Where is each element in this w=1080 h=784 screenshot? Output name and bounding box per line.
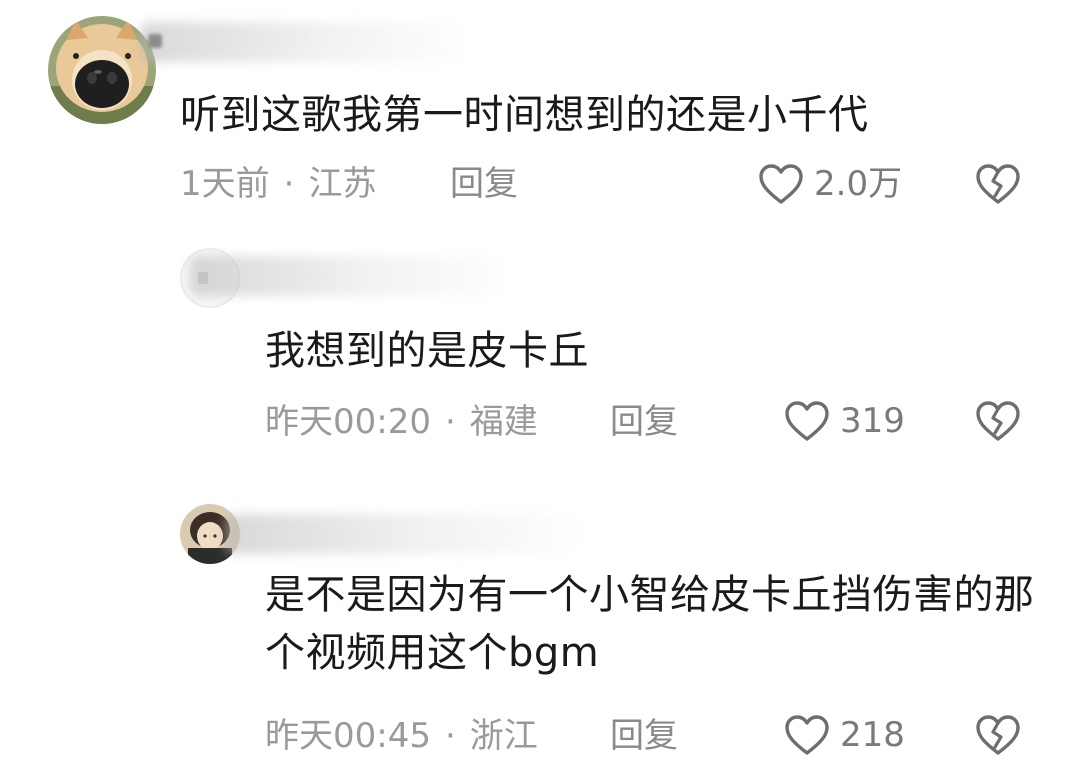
heart-outline-icon [759, 164, 803, 204]
like-count: 319 [840, 401, 905, 441]
username-blurred [140, 22, 470, 62]
like-count: 2.0万 [814, 164, 903, 204]
comment-time: 1天前 [180, 164, 270, 204]
broken-heart-icon [976, 401, 1020, 441]
comment-time: 昨天00:45 [265, 716, 431, 756]
comment-location: 浙江 [469, 716, 538, 756]
comment-text: 我想到的是皮卡丘 [265, 328, 589, 374]
comment-location: 江苏 [308, 164, 377, 204]
username-blurred [225, 514, 585, 554]
heart-outline-icon [785, 715, 829, 755]
broken-heart-icon [976, 715, 1020, 755]
broken-heart-icon [976, 164, 1020, 204]
meta-separator: · [444, 716, 456, 756]
dislike-button[interactable] [975, 400, 1021, 442]
reply-comment-item: 我想到的是皮卡丘 昨天00:20 · 福建 回复 319 [0, 230, 1080, 484]
reply-button[interactable]: 回复 [610, 402, 678, 442]
comment-meta: 昨天00:45 · 浙江 [265, 716, 538, 756]
like-button[interactable]: 218 [784, 714, 905, 756]
dislike-button[interactable] [975, 163, 1021, 205]
meta-separator: · [283, 164, 295, 204]
username-blurred-mark [148, 34, 162, 48]
dislike-button[interactable] [975, 714, 1021, 756]
comment-location: 福建 [469, 402, 538, 442]
comment-meta: 昨天00:20 · 福建 [265, 402, 538, 442]
comment-item: 听到这歌我第一时间想到的还是小千代 1天前 · 江苏 回复 2.0万 [0, 0, 1080, 230]
username-blurred [190, 256, 510, 296]
reply-comment-item: 是不是因为有一个小智给皮卡丘挡伤害的那个视频用这个bgm 昨天00:45 · 浙江 … [0, 484, 1080, 784]
comment-time: 昨天00:20 [265, 402, 431, 442]
like-count: 218 [840, 715, 905, 755]
comment-text: 是不是因为有一个小智给皮卡丘挡伤害的那个视频用这个bgm [265, 572, 1035, 676]
reply-button[interactable]: 回复 [610, 716, 678, 756]
like-button[interactable]: 2.0万 [758, 163, 902, 205]
reply-button[interactable]: 回复 [450, 164, 518, 204]
meta-separator: · [444, 402, 456, 442]
like-button[interactable]: 319 [784, 400, 905, 442]
comment-meta: 1天前 · 江苏 [180, 164, 376, 204]
heart-outline-icon [785, 401, 829, 441]
comment-text: 听到这歌我第一时间想到的还是小千代 [180, 92, 869, 138]
